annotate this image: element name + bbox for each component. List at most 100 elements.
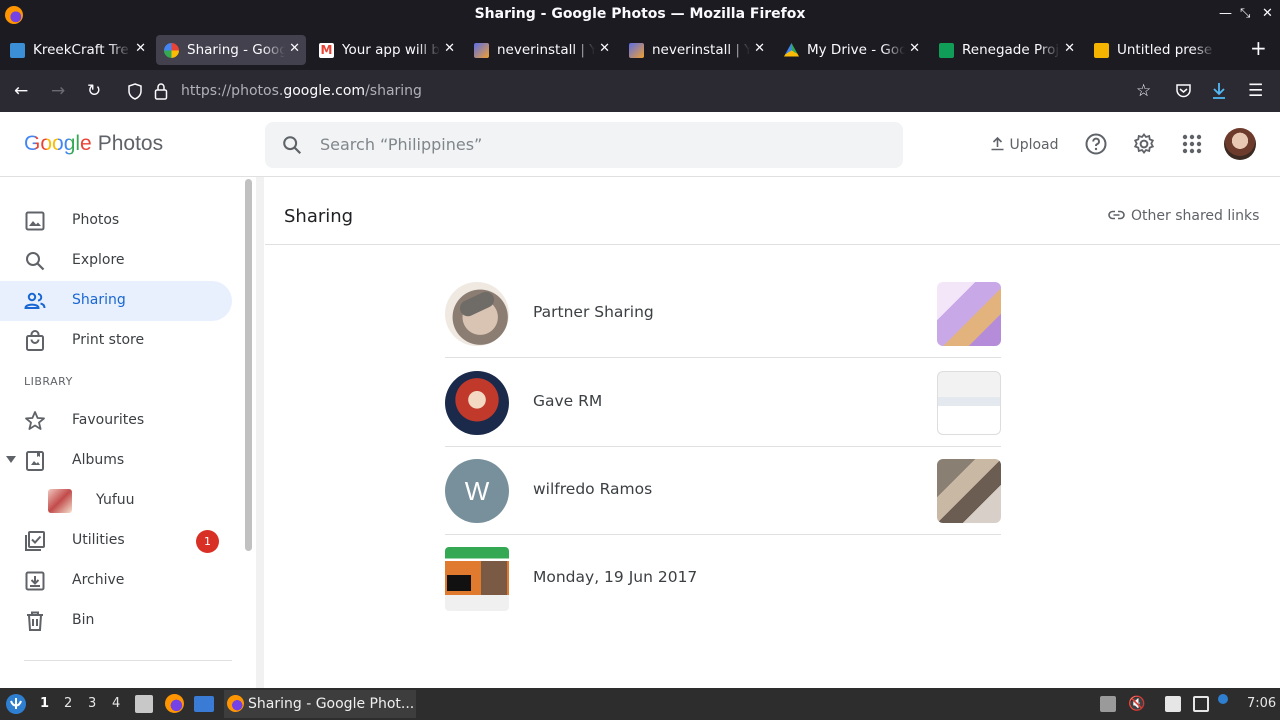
browser-tab[interactable]: Untitled prese xyxy=(1086,35,1236,65)
tab-label: Renegade Proj xyxy=(962,42,1060,58)
url-text[interactable]: https://photos.google.com/sharing xyxy=(181,83,422,99)
search-icon[interactable] xyxy=(281,134,303,156)
mute-speaker-icon[interactable]: 🔇 xyxy=(1128,696,1145,712)
contact-avatar xyxy=(445,371,509,435)
menu-hamburger-icon[interactable]: ☰ xyxy=(1248,81,1263,101)
apps-grid-icon[interactable] xyxy=(1180,132,1204,156)
tab-close-icon[interactable]: ✕ xyxy=(289,41,300,56)
help-icon[interactable] xyxy=(1084,132,1108,156)
url-path: /sharing xyxy=(365,83,422,99)
taskbar-window-label: Sharing - Google Phot... xyxy=(248,696,415,712)
sidebar-item-sharing[interactable]: Sharing xyxy=(0,281,232,321)
tray-notification-icon[interactable] xyxy=(1218,694,1228,704)
thumbnail-brown-block xyxy=(481,561,507,595)
back-arrow-icon[interactable]: ← xyxy=(14,81,28,101)
sidebar-item-label: Explore xyxy=(72,252,125,268)
contact-initial-avatar: W xyxy=(445,459,509,523)
tab-close-icon[interactable]: ✕ xyxy=(1064,41,1075,56)
link-icon xyxy=(1108,210,1125,220)
restore-icon[interactable]: ⤡ xyxy=(1240,6,1250,21)
sidebar-item-explore[interactable]: Explore xyxy=(0,241,232,281)
share-row-wilfredo[interactable]: W wilfredo Ramos xyxy=(445,447,1001,535)
utilities-icon xyxy=(25,531,45,551)
search-icon xyxy=(26,252,45,271)
tab-label: Untitled prese xyxy=(1117,42,1215,58)
contact-avatar xyxy=(445,282,509,346)
tab-close-icon[interactable]: ✕ xyxy=(135,41,146,56)
url-bar[interactable]: https://photos.google.com/sharing xyxy=(118,76,1166,106)
vr-headset-shape xyxy=(457,289,497,319)
desktop-icon[interactable] xyxy=(194,696,214,712)
tab-favicon-icon xyxy=(10,43,25,58)
sidebar-scrollbar[interactable] xyxy=(245,179,252,551)
lock-icon[interactable] xyxy=(154,82,168,100)
tray-document-icon[interactable] xyxy=(1165,696,1181,712)
nav-toolbar: ← → ↻ https://photos.google.com/sharing … xyxy=(0,70,1280,112)
search-bar[interactable]: Search “Philippines” xyxy=(265,122,903,168)
browser-tab[interactable]: M Your app will b ✕ xyxy=(311,35,461,65)
other-shared-links-button[interactable]: Other shared links xyxy=(1108,208,1259,224)
tab-close-icon[interactable]: ✕ xyxy=(909,41,920,56)
workspace-3[interactable]: 3 xyxy=(88,696,96,711)
share-row-date[interactable]: Monday, 19 Jun 2017 xyxy=(445,535,1001,623)
minimize-icon[interactable]: — xyxy=(1219,6,1232,21)
browser-tab[interactable]: neverinstall | Y ✕ xyxy=(466,35,616,65)
chevron-down-icon[interactable] xyxy=(6,456,16,464)
browser-tab[interactable]: Renegade Proj ✕ xyxy=(931,35,1081,65)
logo-word: Google xyxy=(24,132,92,155)
tab-close-icon[interactable]: ✕ xyxy=(599,41,610,56)
sidebar-divider xyxy=(24,660,232,661)
workspace-1[interactable]: 1 xyxy=(40,696,49,711)
sidebar-item-photos[interactable]: Photos xyxy=(0,201,232,241)
archive-icon xyxy=(25,571,45,591)
browser-tab[interactable]: neverinstall | Y ✕ xyxy=(621,35,771,65)
start-menu-icon[interactable] xyxy=(5,693,27,715)
sidebar-item-label: Favourites xyxy=(72,412,145,428)
album-thumbnail xyxy=(48,489,72,513)
logo-product: Photos xyxy=(97,132,164,155)
sidebar-item-label: Archive xyxy=(72,572,125,588)
page-title: Sharing xyxy=(284,206,354,227)
new-tab-button[interactable]: + xyxy=(1250,36,1267,60)
tab-close-icon[interactable]: ✕ xyxy=(754,41,765,56)
workspace-4[interactable]: 4 xyxy=(112,696,120,711)
browser-tab[interactable]: KreekCraft Tre ✕ xyxy=(2,35,152,65)
contact-name: Partner Sharing xyxy=(533,303,654,321)
tab-label: neverinstall | Y xyxy=(497,42,595,58)
upload-button[interactable]: Upload xyxy=(990,136,1059,153)
taskbar-window-firefox[interactable]: Sharing - Google Phot... xyxy=(224,690,416,718)
sidebar-item-print-store[interactable]: Print store xyxy=(0,321,232,361)
workspace-2[interactable]: 2 xyxy=(64,696,72,711)
sidebar-item-label: Bin xyxy=(72,612,95,628)
account-avatar[interactable] xyxy=(1224,128,1256,160)
reload-icon[interactable]: ↻ xyxy=(87,81,101,101)
sidebar-item-album-yufuu[interactable]: Yufuu xyxy=(0,481,232,521)
share-row-partner[interactable]: Partner Sharing xyxy=(445,270,1001,358)
search-input[interactable]: Search “Philippines” xyxy=(320,135,482,154)
tab-label: Your app will b xyxy=(342,42,440,58)
share-row-gave-rm[interactable]: Gave RM xyxy=(445,359,1001,447)
sidebar-item-albums[interactable]: Albums xyxy=(0,441,232,481)
browser-tab[interactable]: My Drive - Goo ✕ xyxy=(776,35,926,65)
tab-close-icon[interactable]: ✕ xyxy=(444,41,455,56)
sidebar-scroll-gutter xyxy=(256,177,264,688)
utilities-count-badge: 1 xyxy=(196,530,219,553)
settings-gear-icon[interactable] xyxy=(1132,132,1156,156)
sidebar-item-archive[interactable]: Archive xyxy=(0,561,232,601)
browser-tab-active[interactable]: Sharing - Goog ✕ xyxy=(156,35,306,65)
firefox-launcher-icon[interactable] xyxy=(165,694,184,713)
share-date-label: Monday, 19 Jun 2017 xyxy=(533,568,698,586)
title-divider xyxy=(265,244,1280,245)
sidebar-item-bin[interactable]: Bin xyxy=(0,601,232,641)
close-window-icon[interactable]: ✕ xyxy=(1262,6,1273,21)
file-manager-icon[interactable] xyxy=(135,695,153,713)
tray-display-icon[interactable] xyxy=(1193,696,1209,712)
google-photos-logo[interactable]: Google Photos xyxy=(24,132,163,156)
sidebar-item-favourites[interactable]: Favourites xyxy=(0,401,232,441)
tray-clipboard-icon[interactable] xyxy=(1100,696,1116,712)
forward-arrow-icon[interactable]: → xyxy=(51,81,65,101)
shield-icon[interactable] xyxy=(127,83,143,100)
pocket-icon[interactable] xyxy=(1175,83,1192,99)
bookmark-star-icon[interactable]: ☆ xyxy=(1136,81,1151,101)
download-icon[interactable] xyxy=(1211,82,1227,100)
